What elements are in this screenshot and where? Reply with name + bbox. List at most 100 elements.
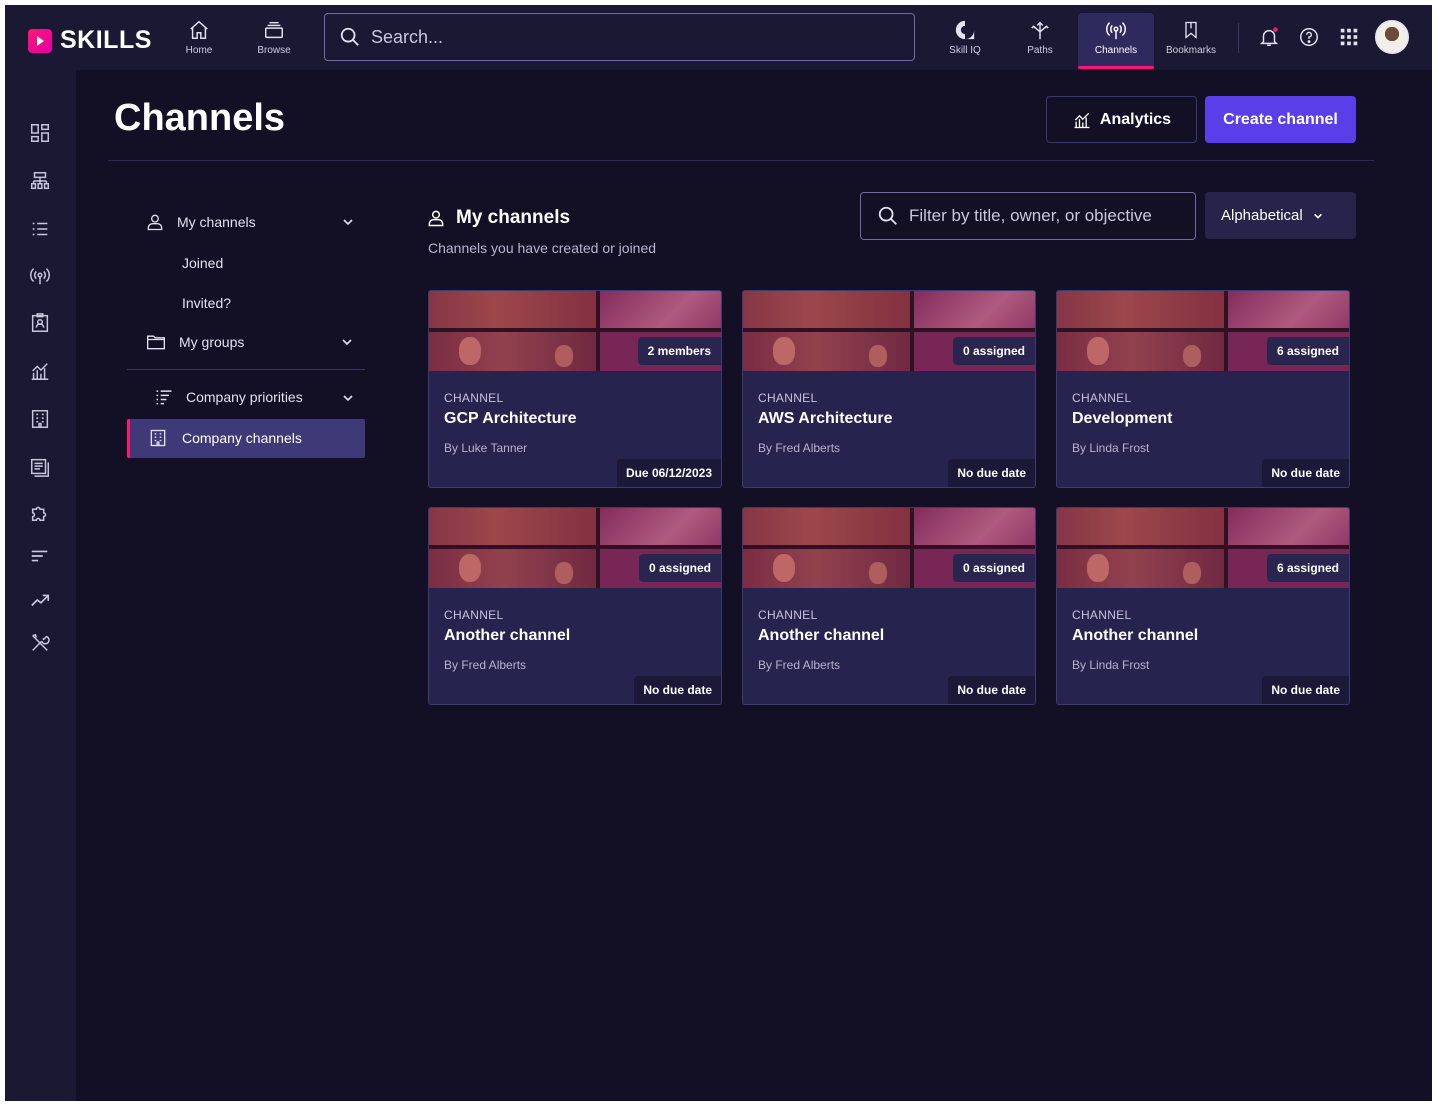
brand-logo[interactable]: SKILLS bbox=[28, 26, 152, 55]
channel-card[interactable]: 0 assigned CHANNEL Another channel By Fred … bbox=[742, 507, 1036, 705]
channel-thumbnail: 0 assigned bbox=[743, 291, 1035, 371]
card-title[interactable]: Another channel bbox=[444, 627, 570, 645]
channel-thumbnail: 0 assigned bbox=[429, 508, 721, 588]
sidebar-my-channels[interactable]: My channels bbox=[145, 210, 256, 234]
card-title[interactable]: Another channel bbox=[1072, 627, 1198, 645]
priority-list-icon bbox=[156, 390, 172, 405]
search-input[interactable] bbox=[371, 26, 891, 48]
card-title[interactable]: Development bbox=[1072, 410, 1172, 428]
channel-thumbnail: 2 members bbox=[429, 291, 721, 371]
assignment-badge: 0 assigned bbox=[638, 554, 721, 582]
nav-browse[interactable]: Browse bbox=[239, 13, 309, 67]
card-kicker: CHANNEL bbox=[444, 608, 504, 622]
sidebar-joined[interactable]: Joined bbox=[182, 255, 223, 271]
help-icon[interactable] bbox=[1297, 25, 1321, 49]
user-icon bbox=[428, 210, 444, 227]
section-subtitle: Channels you have created or joined bbox=[428, 240, 657, 256]
card-kicker: CHANNEL bbox=[1072, 391, 1132, 405]
content-library-icon[interactable] bbox=[28, 455, 52, 479]
paths-icon bbox=[1031, 21, 1049, 40]
due-date-badge: No due date bbox=[1262, 459, 1349, 487]
card-title[interactable]: AWS Architecture bbox=[758, 410, 893, 428]
nav-bookmarks[interactable]: Bookmarks bbox=[1156, 13, 1226, 67]
channel-card[interactable]: 6 assigned CHANNEL Another channel By Linda… bbox=[1056, 507, 1350, 705]
nav-skill-iq-label: Skill IQ bbox=[949, 45, 981, 56]
nav-skill-iq[interactable]: Skill IQ bbox=[930, 13, 1000, 67]
chevron-down-icon[interactable] bbox=[342, 392, 354, 404]
top-navigation-bar: SKILLS Home Browse Skill IQ Paths Channe… bbox=[5, 5, 1432, 70]
bookmark-icon bbox=[1185, 21, 1197, 39]
card-owner: By Fred Alberts bbox=[758, 441, 841, 455]
nav-paths-label: Paths bbox=[1027, 45, 1053, 56]
nav-paths[interactable]: Paths bbox=[1005, 13, 1075, 67]
card-kicker: CHANNEL bbox=[444, 391, 504, 405]
chevron-down-icon[interactable] bbox=[341, 336, 353, 348]
badge-icon[interactable] bbox=[28, 311, 52, 335]
trending-up-icon[interactable] bbox=[28, 588, 52, 612]
left-icon-rail bbox=[5, 70, 76, 1101]
sidebar-divider bbox=[127, 369, 365, 370]
analytics-button[interactable]: Analytics bbox=[1046, 96, 1197, 143]
folder-icon bbox=[147, 335, 165, 350]
nav-channels-label: Channels bbox=[1094, 45, 1138, 56]
sidebar-invited[interactable]: Invited? bbox=[182, 295, 231, 311]
chevron-down-icon[interactable] bbox=[342, 216, 354, 228]
nav-home-label: Home bbox=[185, 45, 213, 56]
building-icon bbox=[148, 428, 168, 453]
card-kicker: CHANNEL bbox=[758, 608, 818, 622]
assignment-badge: 6 assigned bbox=[1266, 554, 1349, 582]
channel-thumbnail: 0 assigned bbox=[743, 508, 1035, 588]
filter-input[interactable] bbox=[909, 206, 1189, 226]
global-search[interactable] bbox=[324, 13, 915, 61]
assignment-badge: 6 assigned bbox=[1266, 337, 1349, 365]
analytics-icon[interactable] bbox=[28, 359, 52, 383]
dashboard-icon[interactable] bbox=[28, 121, 52, 145]
nav-bookmarks-label: Bookmarks bbox=[1165, 45, 1216, 56]
channel-filter[interactable] bbox=[860, 192, 1196, 240]
channel-card[interactable]: 2 members CHANNEL GCP Architecture By Luke … bbox=[428, 290, 722, 488]
nav-browse-label: Browse bbox=[257, 45, 291, 56]
app-frame: SKILLS Home Browse Skill IQ Paths Channe… bbox=[5, 5, 1432, 1101]
sidebar-company-channels[interactable]: Company channels bbox=[127, 419, 365, 458]
analytics-chart-icon bbox=[1074, 112, 1090, 128]
channel-card[interactable]: 0 assigned CHANNEL AWS Architecture By Fred… bbox=[742, 290, 1036, 488]
sidebar-my-groups-label: My groups bbox=[179, 334, 245, 350]
apps-grid-icon[interactable] bbox=[1337, 25, 1361, 49]
brand-name: SKILLS bbox=[60, 26, 152, 54]
user-icon bbox=[147, 214, 163, 231]
create-channel-label: Create channel bbox=[1223, 110, 1338, 128]
assignment-badge: 2 members bbox=[637, 337, 721, 365]
create-channel-button[interactable]: Create channel bbox=[1205, 96, 1356, 143]
sidebar-my-groups[interactable]: My groups bbox=[145, 330, 244, 354]
due-date-badge: No due date bbox=[634, 676, 721, 704]
page-title: Channels bbox=[114, 97, 286, 139]
card-owner: By Linda Frost bbox=[1072, 441, 1150, 455]
channel-card[interactable]: 0 assigned CHANNEL Another channel By Fred … bbox=[428, 507, 722, 705]
channel-card[interactable]: 6 assigned CHANNEL Development By Linda Fro… bbox=[1056, 290, 1350, 488]
integrations-puzzle-icon[interactable] bbox=[28, 500, 52, 524]
skill-iq-icon bbox=[955, 20, 975, 40]
notifications-bell-icon[interactable] bbox=[1257, 25, 1281, 49]
tools-icon[interactable] bbox=[28, 631, 52, 655]
section-title-label: My channels bbox=[456, 207, 571, 228]
sort-lines-icon[interactable] bbox=[28, 544, 52, 568]
card-title[interactable]: GCP Architecture bbox=[444, 410, 576, 428]
nav-home[interactable]: Home bbox=[164, 13, 234, 67]
card-kicker: CHANNEL bbox=[758, 391, 818, 405]
sort-dropdown[interactable]: Alphabetical bbox=[1205, 192, 1356, 239]
org-chart-icon[interactable] bbox=[28, 169, 52, 193]
due-date-badge: No due date bbox=[1262, 676, 1349, 704]
search-icon bbox=[340, 27, 359, 46]
list-icon[interactable] bbox=[28, 217, 52, 241]
channel-thumbnail: 6 assigned bbox=[1057, 291, 1349, 371]
card-owner: By Linda Frost bbox=[1072, 658, 1150, 672]
due-date-badge: Due 06/12/2023 bbox=[616, 459, 721, 487]
sidebar-company-priorities[interactable]: Company priorities bbox=[154, 385, 303, 409]
analytics-button-label: Analytics bbox=[1099, 110, 1172, 128]
sidebar-company-channels-label: Company channels bbox=[182, 430, 302, 446]
nav-channels[interactable]: Channels bbox=[1078, 13, 1154, 69]
user-avatar[interactable] bbox=[1375, 20, 1409, 54]
broadcast-icon[interactable] bbox=[28, 264, 52, 288]
card-title[interactable]: Another channel bbox=[758, 627, 884, 645]
building-icon[interactable] bbox=[28, 407, 52, 431]
